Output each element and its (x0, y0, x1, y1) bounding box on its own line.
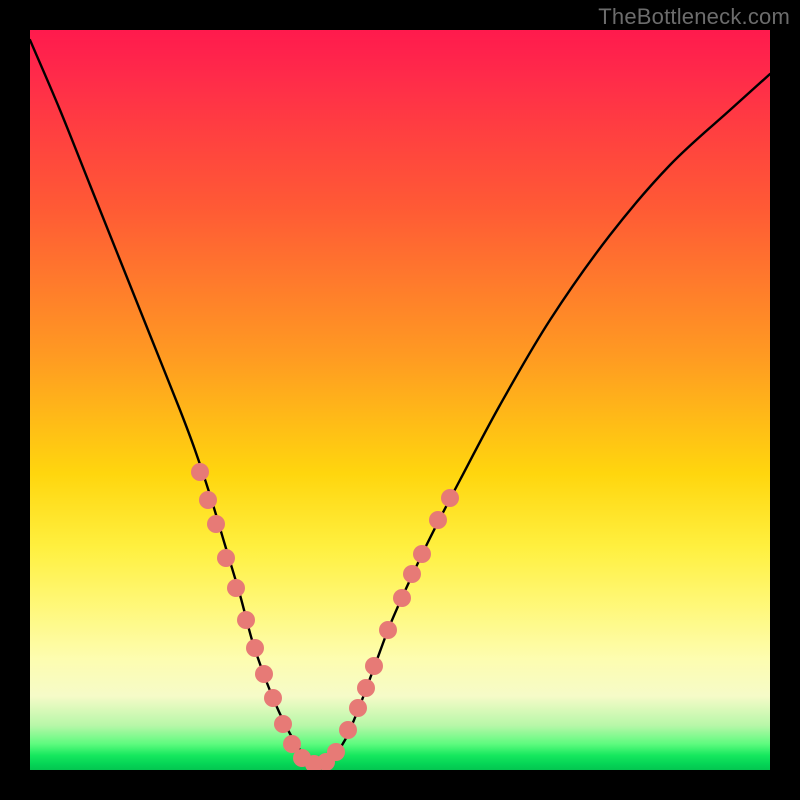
watermark-text: TheBottleneck.com (598, 4, 790, 30)
plot-area (30, 30, 770, 770)
chart-svg (30, 30, 770, 770)
curve-markers (191, 463, 459, 770)
curve-line (30, 40, 770, 764)
chart-frame: TheBottleneck.com (0, 0, 800, 800)
